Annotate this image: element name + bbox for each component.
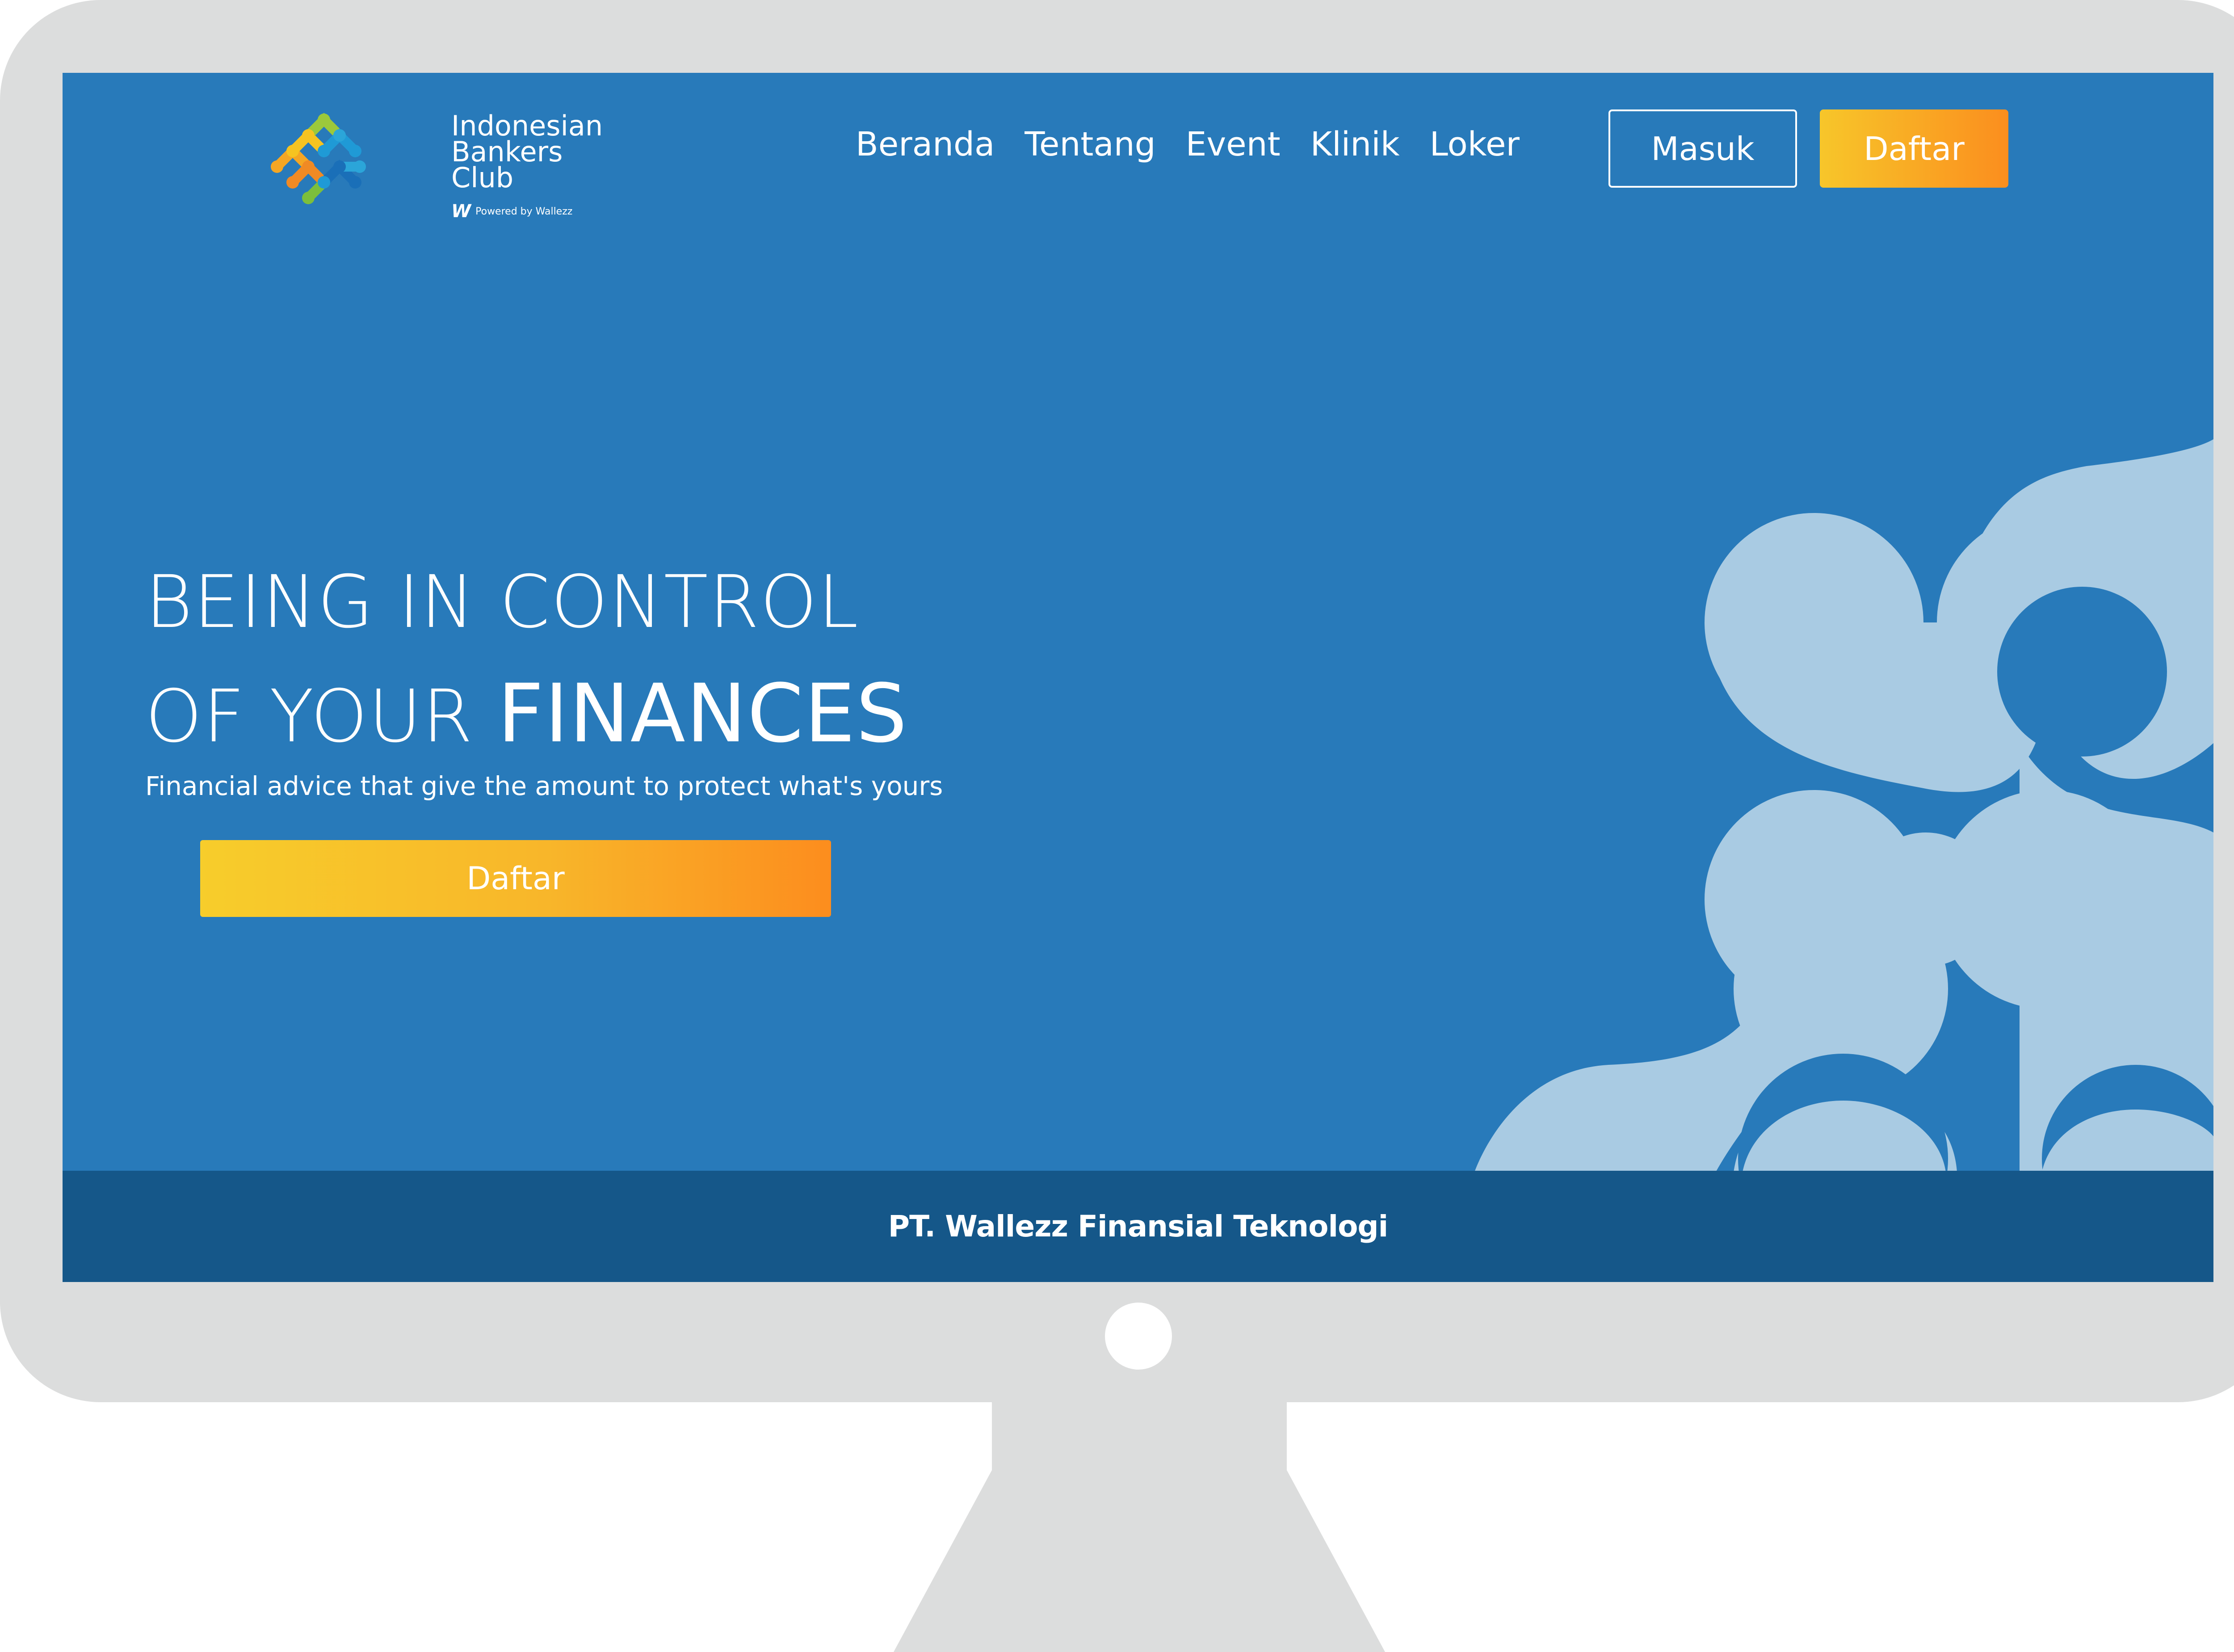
website-screen: Indonesian Bankers Club W Powered by Wal…: [63, 73, 2213, 1282]
logo-wordmark: Indonesian Bankers Club: [451, 112, 603, 194]
hero-title-light: OF YOUR: [145, 675, 498, 759]
nav-item-tentang[interactable]: Tentang: [1025, 122, 1155, 167]
powered-by-text: Powered by Wallezz: [475, 206, 573, 217]
footer-company-name: PT. Wallezz Finansial Teknologi: [888, 1209, 1389, 1244]
nav-item-beranda[interactable]: Beranda: [856, 122, 995, 167]
footer-band: PT. Wallezz Finansial Teknologi: [63, 1171, 2213, 1282]
register-button[interactable]: Daftar: [1820, 109, 2008, 188]
hero-register-button[interactable]: Daftar: [200, 840, 831, 917]
power-button: [1105, 1303, 1172, 1370]
powered-by: W Powered by Wallezz: [451, 201, 572, 222]
hero-title-bold: FINANCES: [497, 667, 908, 761]
wallezz-logo-icon: W: [451, 201, 471, 222]
login-button[interactable]: Masuk: [1608, 109, 1797, 188]
monitor-frame: Indonesian Bankers Club W Powered by Wal…: [0, 0, 2234, 1402]
logo-mark-icon: [271, 113, 366, 204]
nav-item-event[interactable]: Event: [1186, 122, 1281, 167]
logo-line-3: Club: [451, 161, 514, 194]
hero-title-line-1: BEING IN CONTROL: [145, 560, 859, 644]
main-nav: Beranda Tentang Event Klinik Loker: [856, 122, 1520, 167]
hero-title-line-2: OF YOUR FINANCES: [145, 658, 908, 773]
hero-title: BEING IN CONTROL OF YOUR FINANCES: [145, 546, 908, 773]
nav-item-loker[interactable]: Loker: [1430, 122, 1520, 167]
brand-logo[interactable]: Indonesian Bankers Club W Powered by Wal…: [250, 88, 643, 222]
nav-item-klinik[interactable]: Klinik: [1310, 122, 1400, 167]
hero-subtitle: Financial advice that give the amount to…: [145, 771, 943, 801]
